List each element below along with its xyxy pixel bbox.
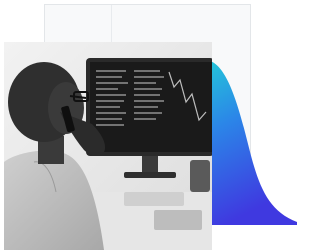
hero-illustration <box>0 0 297 250</box>
photo-person-on-phone <box>4 42 212 250</box>
photo-image <box>4 42 212 250</box>
